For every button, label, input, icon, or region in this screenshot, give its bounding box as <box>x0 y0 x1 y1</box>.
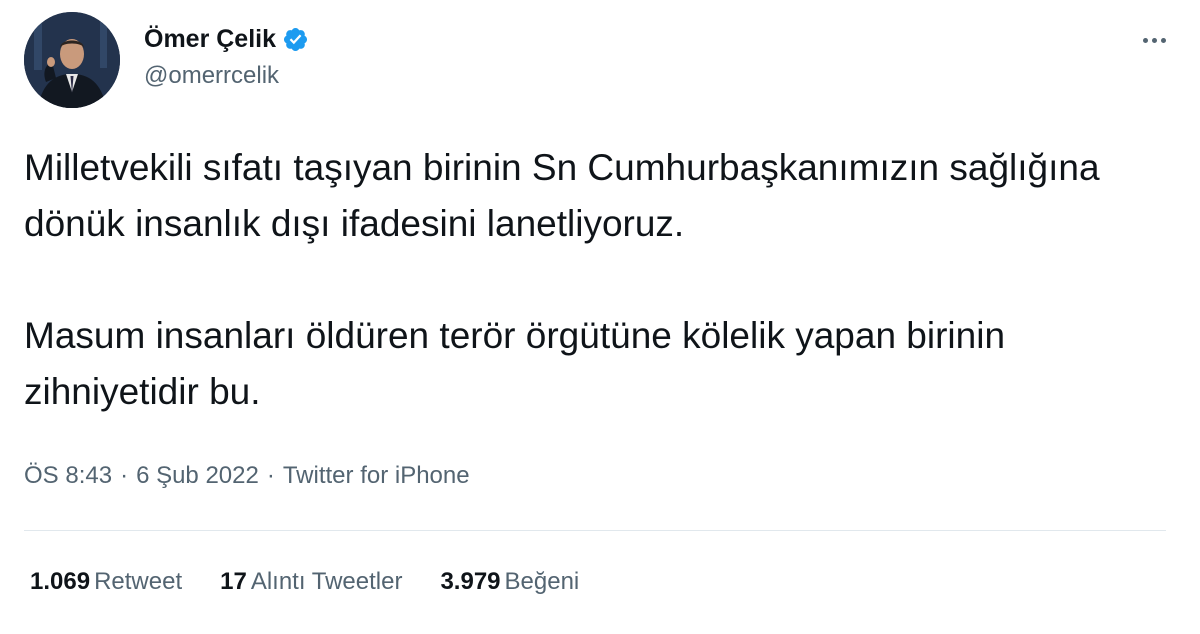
retweet-count: 1.069 <box>30 568 91 595</box>
author-display-name-row[interactable]: Ömer Çelik <box>144 24 309 54</box>
tweet-text: Milletvekili sıfatı taşıyan birinin Sn C… <box>24 140 1176 420</box>
retweet-stat[interactable]: 1.069 Retweet <box>30 562 182 602</box>
author-display-name[interactable]: Ömer Çelik <box>144 24 276 54</box>
avatar-portrait-icon <box>24 12 120 108</box>
like-label: Beğeni <box>504 568 580 595</box>
tweet-time[interactable]: ÖS 8:43 <box>24 462 112 489</box>
more-options-icon[interactable] <box>1136 28 1172 52</box>
tweet-date[interactable]: 6 Şub 2022 <box>136 462 259 489</box>
quote-tweet-stat[interactable]: 17 Alıntı Tweetler <box>220 562 402 602</box>
like-count: 3.979 <box>440 568 501 595</box>
author-names: Ömer Çelik @omerrcelik <box>144 24 309 90</box>
tweet-stats: 1.069 Retweet 17 Alıntı Tweetler 3.979 Beğe… <box>30 562 617 602</box>
meta-separator: · <box>120 462 129 489</box>
retweet-label: Retweet <box>94 568 183 595</box>
verified-badge-icon <box>282 26 309 53</box>
avatar[interactable] <box>24 12 120 108</box>
meta-separator: · <box>266 462 275 489</box>
author-handle[interactable]: @omerrcelik <box>144 62 309 90</box>
quote-label: Alıntı Tweetler <box>250 568 403 595</box>
tweet-paragraph: Milletvekili sıfatı taşıyan birinin Sn C… <box>24 147 1100 244</box>
tweet-meta: ÖS 8:43 · 6 Şub 2022 · Twitter for iPhone <box>24 456 470 496</box>
tweet-paragraph: Masum insanları öldüren terör örgütüne k… <box>24 315 1006 412</box>
tweet-header: Ömer Çelik @omerrcelik <box>24 12 1176 112</box>
divider <box>24 530 1166 531</box>
tweet-source[interactable]: Twitter for iPhone <box>283 462 470 489</box>
quote-count: 17 <box>220 568 247 595</box>
like-stat[interactable]: 3.979 Beğeni <box>440 562 579 602</box>
tweet-card: Ömer Çelik @omerrcelik Milletvekili sıfa… <box>0 0 1200 634</box>
